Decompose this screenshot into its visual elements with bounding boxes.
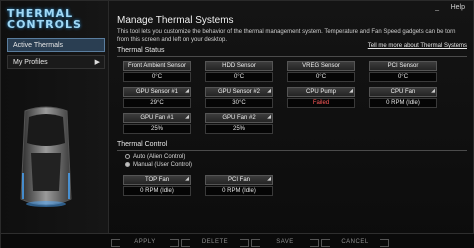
sensor-front-ambient[interactable]: Front Ambient Sensor 0°C	[123, 61, 191, 82]
sensor-value: 0°C	[287, 72, 355, 82]
fan-pci[interactable]: PCI Fan ◢ 0 RPM (Idle)	[205, 175, 273, 196]
save-button[interactable]: SAVE	[251, 237, 319, 247]
computer-chassis-image	[20, 106, 72, 207]
fan-name: TOP Fan	[123, 175, 191, 185]
sidebar-item-label: My Profiles	[13, 59, 48, 66]
sensor-value: 25%	[123, 124, 191, 134]
page-description: This tool lets you customize the behavio…	[117, 29, 456, 43]
fan-value: 0 RPM (Idle)	[205, 186, 273, 196]
sensor-name: GPU Fan #1	[123, 113, 191, 123]
sensor-name: GPU Fan #2	[205, 113, 273, 123]
radio-manual-control[interactable]: Manual (User Control)	[125, 161, 192, 169]
sensor-name: CPU Fan	[369, 87, 437, 97]
sidebar-item-my-profiles[interactable]: My Profiles ▶	[7, 55, 105, 69]
sensor-hdd[interactable]: HDD Sensor 0°C	[205, 61, 273, 82]
sensor-value: 0°C	[205, 72, 273, 82]
fan-value: 0 RPM (Idle)	[123, 186, 191, 196]
radio-label: Manual (User Control)	[133, 162, 193, 168]
sensor-vreg[interactable]: VREG Sensor 0°C	[287, 61, 355, 82]
tear-off-arrow-icon[interactable]: ◢	[267, 114, 271, 120]
logo-line-2: CONTROLS	[7, 18, 82, 31]
chevron-right-icon: ▶	[94, 59, 100, 66]
sensor-value: 30°C	[205, 98, 273, 108]
tear-off-arrow-icon[interactable]: ◢	[267, 176, 271, 182]
tear-off-arrow-icon[interactable]: ◢	[267, 88, 271, 94]
sensor-cpu-fan[interactable]: CPU Fan ◢ 0 RPM (Idle)	[369, 87, 437, 108]
fan-name: PCI Fan	[205, 175, 273, 185]
sensor-value: 29°C	[123, 98, 191, 108]
sidebar-item-active-thermals[interactable]: Active Thermals	[7, 38, 105, 52]
radio-auto-control[interactable]: Auto (Alien Control)	[125, 153, 185, 161]
sensor-name: VREG Sensor	[287, 61, 355, 71]
section-heading: Thermal Status	[117, 47, 165, 54]
radio-button-selected-icon[interactable]	[125, 161, 130, 167]
sensor-name: PCI Sensor	[369, 61, 437, 71]
fan-top[interactable]: TOP Fan ◢ 0 RPM (Idle)	[123, 175, 191, 196]
apply-button[interactable]: APPLY	[111, 237, 179, 247]
sensor-value: 0°C	[369, 72, 437, 82]
thermal-status-section: Thermal Status	[117, 47, 467, 57]
app-logo: THERMAL CONTROLS	[7, 8, 103, 32]
tear-off-arrow-icon[interactable]: ◢	[431, 88, 435, 94]
sensor-name: Front Ambient Sensor	[123, 61, 191, 71]
tear-off-arrow-icon[interactable]: ◢	[185, 176, 189, 182]
divider	[117, 150, 467, 151]
thermal-controls-window: _ Help THERMAL CONTROLS Active Thermals …	[0, 0, 474, 248]
sensor-name: GPU Sensor #1	[123, 87, 191, 97]
sensor-value: 0 RPM (Idle)	[369, 98, 437, 108]
bottom-action-bar: APPLY DELETE SAVE CANCEL	[1, 233, 474, 248]
sensor-name: CPU Pump	[287, 87, 355, 97]
sensor-gpu-fan-2[interactable]: GPU Fan #2 ◢ 25%	[205, 113, 273, 134]
divider	[117, 56, 467, 57]
cancel-button[interactable]: CANCEL	[321, 237, 389, 247]
delete-button[interactable]: DELETE	[181, 237, 249, 247]
sidebar-item-label: Active Thermals	[13, 42, 64, 49]
sensor-gpu-1[interactable]: GPU Sensor #1 ◢ 29°C	[123, 87, 191, 108]
sensor-value: 0°C	[123, 72, 191, 82]
sensor-gpu-2[interactable]: GPU Sensor #2 ◢ 30°C	[205, 87, 273, 108]
sensor-value: Failed	[287, 98, 355, 108]
radio-button-icon[interactable]	[125, 153, 130, 159]
radio-label: Auto (Alien Control)	[133, 154, 186, 160]
sensor-name: GPU Sensor #2	[205, 87, 273, 97]
sidebar: THERMAL CONTROLS Active Thermals My Prof…	[1, 1, 109, 233]
tear-off-arrow-icon[interactable]: ◢	[185, 88, 189, 94]
main-panel: Manage Thermal Systems This tool lets yo…	[111, 1, 473, 233]
sensor-gpu-fan-1[interactable]: GPU Fan #1 ◢ 25%	[123, 113, 191, 134]
sensor-cpu-pump[interactable]: CPU Pump ◢ Failed	[287, 87, 355, 108]
sensor-name: HDD Sensor	[205, 61, 273, 71]
sensor-pci[interactable]: PCI Sensor 0°C	[369, 61, 437, 82]
tear-off-arrow-icon[interactable]: ◢	[349, 88, 353, 94]
tear-off-arrow-icon[interactable]: ◢	[185, 114, 189, 120]
sensor-value: 25%	[205, 124, 273, 134]
thermal-control-section: Thermal Control	[117, 141, 467, 151]
page-title: Manage Thermal Systems	[117, 15, 234, 26]
section-heading: Thermal Control	[117, 141, 168, 148]
